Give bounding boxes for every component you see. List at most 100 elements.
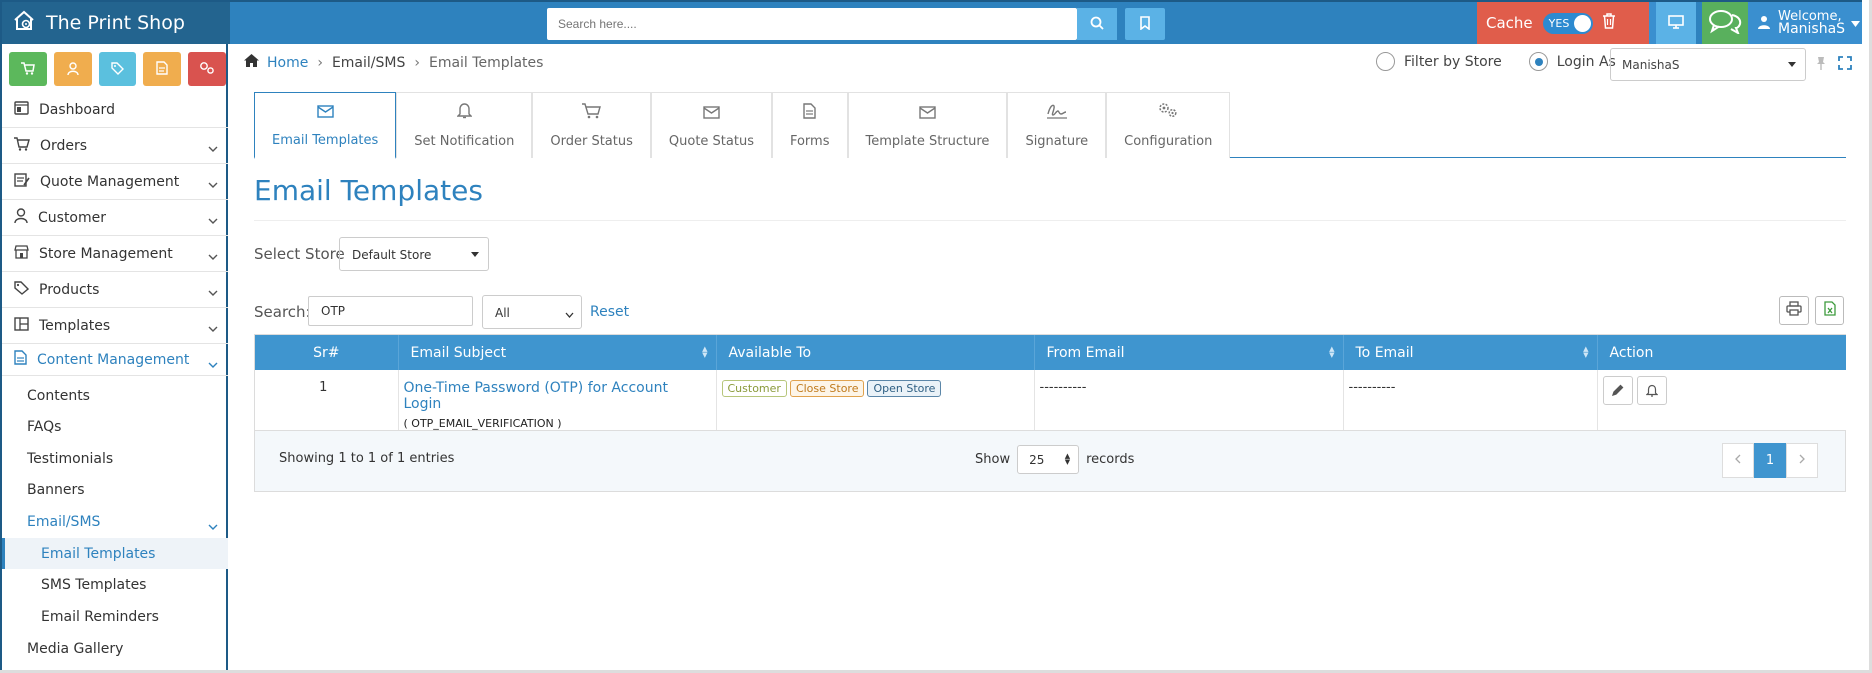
tab-quote-status[interactable]: Quote Status xyxy=(650,92,772,158)
tab-configuration[interactable]: Configuration xyxy=(1106,92,1231,158)
tab-forms[interactable]: Forms xyxy=(771,92,848,158)
login-as-user-select[interactable]: ManishaS xyxy=(1610,48,1806,81)
sidebar: Dashboard Orders Quote Management Custom… xyxy=(0,44,228,670)
sidebar-item-label: Store Management xyxy=(39,245,173,262)
badge-open-store: Open Store xyxy=(867,380,942,397)
tab-order-status[interactable]: Order Status xyxy=(532,92,651,158)
sidebar-item-quote-management[interactable]: Quote Management xyxy=(2,164,228,200)
quick-quote-button[interactable] xyxy=(143,52,182,86)
cache-toggle-label: YES xyxy=(1548,16,1570,30)
sidebar-item-customer[interactable]: Customer xyxy=(2,200,228,236)
column-header-from-email[interactable]: From Email ▲ ▼ xyxy=(1034,335,1344,370)
quick-settings-button[interactable] xyxy=(188,52,226,86)
sidebar-subitem-email-reminders[interactable]: Email Reminders xyxy=(2,601,228,632)
chat-button[interactable] xyxy=(1702,2,1748,44)
breadcrumb-section[interactable]: Email/SMS xyxy=(332,55,405,71)
app-window: The Print Shop Cache YES Welcome, Manish… xyxy=(0,0,1872,673)
page-length-select[interactable]: 25 ▲ ▼ xyxy=(1017,445,1080,474)
printer-icon xyxy=(1786,301,1802,320)
column-header-label: To Email xyxy=(1355,344,1414,361)
filter-by-store-label: Filter by Store xyxy=(1404,53,1502,70)
page-length-control: Show 25 ▲ ▼ records xyxy=(975,445,1134,474)
cart-icon xyxy=(582,103,602,134)
form-icon xyxy=(803,103,816,134)
toggle-knob xyxy=(1573,14,1591,32)
table-row: 1 One-Time Password (OTP) for Account Lo… xyxy=(255,370,1846,431)
email-subject-link[interactable]: One-Time Password (OTP) for Account Logi… xyxy=(404,380,710,412)
page-button-current[interactable]: 1 xyxy=(1754,443,1786,478)
global-search-input[interactable] xyxy=(547,8,1077,40)
store-select[interactable]: Default Store xyxy=(339,237,489,271)
print-button[interactable] xyxy=(1779,296,1809,325)
login-as-radio[interactable] xyxy=(1528,52,1548,71)
sidebar-subitem-testimonials[interactable]: Testimonials xyxy=(2,443,228,474)
quick-product-button[interactable] xyxy=(98,52,137,86)
cache-label: Cache xyxy=(1486,14,1533,32)
sidebar-subitem-faqs[interactable]: FAQs xyxy=(2,411,228,442)
tab-signature[interactable]: Signature xyxy=(1007,92,1107,158)
template-code: ( OTP_EMAIL_VERIFICATION ) xyxy=(403,417,562,430)
previous-page-button[interactable] xyxy=(1722,443,1754,478)
pin-icon[interactable] xyxy=(1816,55,1826,74)
sidebar-subitem-media-gallery[interactable]: Media Gallery xyxy=(2,633,228,664)
export-excel-button[interactable] xyxy=(1815,296,1844,325)
gears-icon xyxy=(1157,102,1179,134)
user-menu[interactable]: Welcome, ManishaS xyxy=(1748,2,1862,44)
sidebar-item-dashboard[interactable]: Dashboard xyxy=(2,92,228,128)
sidebar-item-label: Quote Management xyxy=(40,173,180,190)
sidebar-item-store-management[interactable]: Store Management xyxy=(2,236,228,272)
breadcrumb-separator: › xyxy=(317,54,323,71)
fullscreen-icon[interactable] xyxy=(1838,55,1852,74)
tab-set-notification[interactable]: Set Notification xyxy=(396,92,533,158)
sidebar-item-content-management[interactable]: Content Management xyxy=(2,344,228,376)
sidebar-subitem-email-templates[interactable]: Email Templates xyxy=(2,538,228,569)
templates-table: Sr# Email Subject ▲ ▼ Available To From Em… xyxy=(255,335,1846,431)
filter-by-store-radio[interactable] xyxy=(1376,52,1395,71)
availability-filter-select[interactable]: All xyxy=(482,295,582,329)
cell-email-subject: One-Time Password (OTP) for Account Logi… xyxy=(398,370,717,431)
sidebar-subitem-contents[interactable]: Contents xyxy=(2,380,228,411)
reset-link[interactable]: Reset xyxy=(590,304,629,320)
tab-template-structure[interactable]: Template Structure xyxy=(847,92,1008,158)
column-header-label: Sr# xyxy=(313,344,340,361)
filter-options: Filter by Store Login As xyxy=(1376,52,1616,71)
chat-icon xyxy=(1708,8,1742,38)
page-title: Email Templates xyxy=(254,174,483,207)
column-header-available-to: Available To xyxy=(716,335,1035,370)
search-label: Search: xyxy=(254,303,311,321)
sidebar-subitem-email-sms[interactable]: Email/SMS xyxy=(2,506,228,537)
tab-email-templates[interactable]: Email Templates xyxy=(254,92,397,159)
notification-button[interactable] xyxy=(1636,376,1667,405)
tag-icon xyxy=(14,280,30,299)
edit-button[interactable] xyxy=(1602,376,1633,405)
sidebar-item-products[interactable]: Products xyxy=(2,272,228,308)
quick-order-button[interactable] xyxy=(9,52,47,86)
column-header-email-subject[interactable]: Email Subject ▲ ▼ xyxy=(398,335,717,370)
table-search-input[interactable]: OTP xyxy=(308,296,473,326)
sidebar-subitem-banners[interactable]: Banners xyxy=(2,474,228,505)
sidebar-item-templates[interactable]: Templates xyxy=(2,308,228,344)
next-page-button[interactable] xyxy=(1786,443,1818,478)
breadcrumb: Home › Email/SMS › Email Templates xyxy=(244,54,543,71)
trash-icon[interactable] xyxy=(1602,13,1616,33)
tab-bar: Email Templates Set Notification Order S… xyxy=(254,92,1846,159)
column-header-sr[interactable]: Sr# xyxy=(255,335,399,370)
quick-customer-button[interactable] xyxy=(53,52,92,86)
excel-file-icon xyxy=(1823,301,1836,320)
monitor-button[interactable] xyxy=(1656,2,1696,44)
availability-filter-value: All xyxy=(495,306,510,320)
quote-icon xyxy=(156,60,168,79)
tab-label: Quote Status xyxy=(668,134,754,149)
cache-toggle[interactable]: YES xyxy=(1542,12,1593,34)
sidebar-item-label: Templates xyxy=(39,317,111,334)
column-header-to-email[interactable]: To Email ▲ ▼ xyxy=(1343,335,1598,370)
bookmark-button[interactable] xyxy=(1125,8,1165,40)
sidebar-subitem-sms-templates[interactable]: SMS Templates xyxy=(2,569,228,600)
brand[interactable]: The Print Shop xyxy=(2,2,230,44)
app-title: The Print Shop xyxy=(46,12,185,34)
breadcrumb-home-link[interactable]: Home xyxy=(267,55,308,71)
sidebar-item-orders[interactable]: Orders xyxy=(2,128,228,164)
tab-label: Template Structure xyxy=(865,134,990,149)
search-button[interactable] xyxy=(1077,8,1117,40)
templates-table-container: Sr# Email Subject ▲ ▼ Available To From Em… xyxy=(254,334,1846,492)
